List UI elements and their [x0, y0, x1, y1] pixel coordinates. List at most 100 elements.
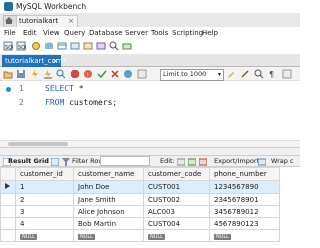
create-schema-icon[interactable] [44, 41, 54, 51]
open-file-icon[interactable] [3, 69, 13, 79]
table-row[interactable]: 2 Jane Smith CUST002 2345678901 [0, 193, 280, 206]
table-cell[interactable]: 3456789012 [209, 205, 280, 218]
table-row[interactable]: 1 John Doe CUST001 1234567890 [0, 180, 280, 194]
menu-query[interactable]: Query [64, 27, 85, 39]
svg-text:SQL: SQL [5, 45, 13, 51]
grid-view-icon[interactable] [51, 158, 59, 166]
filter-rows-input[interactable] [100, 156, 150, 166]
table-cell[interactable]: Bob Martin [73, 217, 144, 230]
edit-row-icon[interactable] [177, 158, 185, 166]
new-sql-tab-icon[interactable]: SQL [3, 41, 13, 51]
create-function-icon[interactable] [96, 41, 106, 51]
beautify-icon[interactable] [240, 69, 250, 79]
table-row[interactable]: 4 Bob Martin CUST004 4567890123 [0, 217, 280, 230]
insert-row-icon[interactable] [188, 158, 196, 166]
sql-text: * [73, 84, 84, 93]
close-icon[interactable]: × [68, 16, 74, 27]
execute-current-icon[interactable] [43, 69, 53, 79]
result-grid: customer_id customer_name customer_code … [0, 167, 300, 248]
code-line: SELECT * [45, 84, 84, 93]
sql-file-tabs: tutorialkart_com* × [0, 54, 300, 67]
stop-icon[interactable] [70, 69, 80, 79]
wrap-cell-label: Wrap c [271, 157, 294, 165]
commit-icon[interactable] [97, 69, 107, 79]
invisible-chars-icon[interactable]: ¶ [268, 69, 278, 79]
sql-file-tab[interactable]: tutorialkart_com* × [2, 55, 66, 67]
null-cell[interactable]: NULL [73, 229, 144, 242]
delete-row-icon[interactable] [199, 158, 207, 166]
menu-help[interactable]: Help [202, 27, 218, 39]
save-icon[interactable] [16, 69, 26, 79]
table-cell[interactable]: 2 [15, 193, 74, 206]
execute-icon[interactable] [30, 69, 40, 79]
search-table-data-icon[interactable] [109, 41, 119, 51]
table-row[interactable]: 3 Alice Johnson ALC003 3456789012 [0, 205, 280, 218]
table-cell[interactable]: CUST001 [143, 180, 210, 194]
column-header[interactable]: phone_number [209, 167, 280, 181]
find-icon[interactable] [254, 69, 264, 79]
sql-editor[interactable]: 1 SELECT * 2 FROM customers; [0, 81, 300, 147]
line-number: 2 [19, 98, 24, 107]
table-cell[interactable]: 4 [15, 217, 74, 230]
window-title: MySQL Workbench [16, 2, 87, 11]
connection-tabs-bar: tutorialkart × [0, 13, 300, 28]
table-cell[interactable]: 3 [15, 205, 74, 218]
null-badge: NULL [214, 233, 231, 240]
menu-edit[interactable]: Edit [23, 27, 37, 39]
table-cell[interactable]: CUST002 [143, 193, 210, 206]
edit-label: Edit: [160, 157, 175, 165]
column-header[interactable]: customer_code [143, 167, 210, 181]
title-bar: MySQL Workbench [0, 0, 300, 13]
menu-view[interactable]: View [43, 27, 60, 39]
rollback-icon[interactable] [110, 69, 120, 79]
table-cell[interactable]: 1 [15, 180, 74, 194]
svg-text:SQL: SQL [18, 45, 26, 51]
sql-text: customers; [64, 98, 118, 107]
null-cell[interactable]: NULL [143, 229, 210, 242]
open-sql-script-icon[interactable]: SQL [16, 41, 26, 51]
menu-tools[interactable]: Tools [151, 27, 168, 39]
wrap-lines-icon[interactable] [282, 69, 292, 79]
create-table-icon[interactable] [57, 41, 67, 51]
table-cell[interactable]: ALC003 [143, 205, 210, 218]
row-marker [0, 205, 16, 218]
menu-server[interactable]: Server [125, 27, 148, 39]
column-header[interactable]: customer_id [15, 167, 74, 181]
table-cell[interactable]: Alice Johnson [73, 205, 144, 218]
table-cell[interactable]: John Doe [73, 180, 144, 194]
result-grid-tab[interactable]: Result Grid [8, 156, 49, 167]
row-limit-select[interactable]: Limit to 1000 rows ▾ [160, 69, 224, 87]
menu-file[interactable]: File [4, 27, 16, 39]
table-cell[interactable]: CUST004 [143, 217, 210, 230]
table-cell[interactable]: 1234567890 [209, 180, 280, 194]
add-snippet-icon[interactable] [226, 69, 236, 79]
stop-on-error-icon[interactable] [137, 69, 147, 79]
editor-horizontal-scrollbar[interactable] [0, 140, 300, 147]
create-view-icon[interactable] [70, 41, 80, 51]
dolphin-icon [4, 2, 13, 11]
export-icon[interactable] [258, 158, 266, 166]
schema-inspector-icon[interactable] [31, 41, 41, 51]
table-cell[interactable]: 2345678901 [209, 193, 280, 206]
splitter[interactable] [0, 147, 300, 155]
scrollbar-thumb[interactable] [8, 142, 68, 146]
null-badge: NULL [148, 233, 165, 240]
table-cell[interactable]: 4567890123 [209, 217, 280, 230]
close-icon[interactable]: × [52, 55, 58, 67]
explain-icon[interactable] [56, 69, 66, 79]
main-toolbar: SQL SQL [0, 39, 300, 53]
autocommit-icon[interactable] [123, 69, 133, 79]
table-cell[interactable]: Jane Smith [73, 193, 144, 206]
column-header[interactable]: customer_name [73, 167, 144, 181]
reconnect-icon[interactable] [122, 41, 132, 51]
null-cell[interactable]: NULL [15, 229, 74, 242]
row-marker [0, 229, 16, 242]
toggle-errors-icon[interactable]: ! [83, 69, 93, 79]
menu-database[interactable]: Database [89, 27, 122, 39]
menu-scripting[interactable]: Scripting [172, 27, 203, 39]
new-row-placeholder[interactable]: NULL NULL NULL NULL [0, 229, 280, 242]
editor-toolbar: ! Limit to 1000 rows ▾ ¶ [0, 67, 300, 87]
create-procedure-icon[interactable] [83, 41, 93, 51]
filter-icon [62, 158, 70, 166]
null-cell[interactable]: NULL [209, 229, 280, 242]
